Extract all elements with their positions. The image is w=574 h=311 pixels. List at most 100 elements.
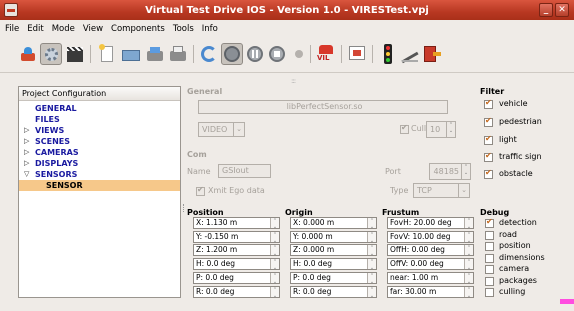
tree-item-views[interactable]: ▷ VIEWS	[19, 125, 180, 136]
tree-item-general[interactable]: GENERAL	[19, 103, 180, 114]
minimize-button[interactable]: _	[539, 3, 553, 17]
position-x-field[interactable]: X: 1.130 m ⌃ ⌄	[193, 217, 280, 229]
filter-light-label: light	[499, 135, 517, 144]
com-type-combo[interactable]: TCP ⌄	[413, 183, 470, 198]
play-icon[interactable]	[221, 43, 243, 65]
filter-pedestrian-label: pedestrian	[499, 117, 542, 126]
debug-dimensions-checkbox[interactable]	[485, 254, 494, 263]
debug-camera-checkbox[interactable]	[485, 265, 494, 274]
close-button[interactable]: ✕	[555, 3, 569, 17]
app-icon[interactable]	[4, 3, 18, 17]
xmit-ego-label: Xmit Ego data	[208, 186, 265, 195]
filter-light-checkbox[interactable]	[484, 134, 493, 145]
collapse-arrow-icon[interactable]: ▽	[24, 169, 29, 180]
menu-edit[interactable]: Edit	[27, 24, 43, 34]
menu-tools[interactable]: Tools	[173, 24, 194, 34]
position-z-field[interactable]: Z: 1.200 m ⌃ ⌄	[193, 244, 280, 256]
cull-label: Cull	[411, 124, 427, 133]
debug-culling-label: culling	[499, 287, 526, 296]
port-spinbox[interactable]: 48185 ⌃ ⌄	[429, 163, 471, 180]
debug-dimensions-label: dimensions	[499, 253, 545, 262]
debug-culling-checkbox[interactable]	[485, 288, 494, 297]
toolbar: VIL	[0, 37, 574, 73]
filter-section-title: Filter	[480, 87, 505, 96]
save-icon[interactable]	[144, 43, 166, 65]
chevron-down-icon: ⌄	[233, 123, 244, 136]
menu-components[interactable]: Components	[111, 24, 165, 34]
sensor-type-combo[interactable]: VIDEO ⌄	[198, 122, 245, 137]
new-file-icon[interactable]	[96, 43, 118, 65]
open-folder-icon[interactable]	[120, 43, 142, 65]
settings-icon[interactable]	[40, 43, 62, 65]
filter-vehicle-label: vehicle	[499, 99, 528, 108]
cull-spinbox[interactable]: 10 ⌃ ⌄	[426, 121, 456, 138]
debug-road-label: road	[499, 230, 517, 239]
tree-item-sensor[interactable]: SENSOR	[19, 180, 180, 191]
frustum-fovh-field[interactable]: FovH: 20.00 deg ⌃ ⌄	[387, 217, 474, 229]
edit-icon[interactable]	[399, 43, 421, 65]
exit-icon[interactable]	[421, 43, 443, 65]
com-type-label: Type	[390, 186, 409, 195]
menu-info[interactable]: Info	[202, 24, 218, 34]
filter-pedestrian-checkbox[interactable]	[484, 116, 493, 127]
tree-item-files[interactable]: FILES	[19, 114, 180, 125]
stop-icon[interactable]	[266, 43, 288, 65]
tree-item-displays[interactable]: ▷ DISPLAYS	[19, 158, 180, 169]
com-name-field[interactable]: GSIout	[218, 164, 271, 178]
clapper-icon[interactable]	[64, 43, 86, 65]
frustum-offh-field[interactable]: OffH: 0.00 deg ⌃ ⌄	[387, 244, 474, 256]
save-as-icon[interactable]	[167, 43, 189, 65]
debug-position-checkbox[interactable]	[485, 242, 494, 251]
origin-z-field[interactable]: Z: 0.000 m ⌃ ⌄	[290, 244, 377, 256]
expand-arrow-icon[interactable]: ▷	[24, 147, 29, 158]
origin-p-field[interactable]: P: 0.0 deg ⌃ ⌄	[290, 272, 377, 284]
position-y-field[interactable]: Y: -0.150 m ⌃ ⌄	[193, 231, 280, 243]
pause-icon[interactable]	[244, 43, 266, 65]
position-h-field[interactable]: H: 0.0 deg ⌃ ⌄	[193, 258, 280, 270]
spin-arrows-icon[interactable]: ⌃ ⌄	[461, 164, 470, 179]
cull-checkbox[interactable]	[400, 123, 409, 134]
filter-obstacle-label: obstacle	[499, 169, 533, 178]
expand-arrow-icon[interactable]: ▷	[24, 136, 29, 147]
project-configuration-panel: Project Configuration GENERAL FILES ▷ VIE…	[18, 86, 181, 298]
origin-r-field[interactable]: R: 0.0 deg ⌃ ⌄	[290, 286, 377, 298]
spin-arrows-icon[interactable]: ⌃ ⌄	[446, 122, 455, 137]
traffic-light-icon[interactable]	[377, 43, 399, 65]
tree-item-cameras[interactable]: ▷ CAMERAS	[19, 147, 180, 158]
position-r-field[interactable]: R: 0.0 deg ⌃ ⌄	[193, 286, 280, 298]
panel-grip[interactable]: :::	[291, 77, 296, 85]
frustum-fovv-field[interactable]: FovV: 10.00 deg ⌃ ⌄	[387, 231, 474, 243]
expand-arrow-icon[interactable]: ▷	[24, 125, 29, 136]
plugin-field[interactable]: libPerfectSensor.so	[198, 100, 448, 114]
xmit-ego-checkbox[interactable]	[196, 185, 205, 196]
origin-section-title: Origin	[285, 208, 313, 217]
filter-obstacle-checkbox[interactable]	[484, 168, 493, 179]
scenario-icon[interactable]	[17, 43, 39, 65]
filter-vehicle-checkbox[interactable]	[484, 98, 493, 109]
origin-h-field[interactable]: H: 0.0 deg ⌃ ⌄	[290, 258, 377, 270]
sensor-config-panel: General libPerfectSensor.so VIDEO⌄ Cull …	[185, 86, 574, 306]
menu-mode[interactable]: Mode	[52, 24, 75, 34]
origin-y-field[interactable]: Y: 0.000 m ⌃ ⌄	[290, 231, 377, 243]
filter-traffic-sign-checkbox[interactable]	[484, 151, 493, 162]
tree-item-scenes[interactable]: ▷ SCENES	[19, 136, 180, 147]
debug-packages-checkbox[interactable]	[485, 277, 494, 286]
debug-detection-checkbox[interactable]	[485, 217, 494, 228]
menu-view[interactable]: View	[83, 24, 103, 34]
vil-icon[interactable]: VIL	[315, 43, 337, 65]
refresh-icon[interactable]	[198, 43, 220, 65]
expand-arrow-icon[interactable]: ▷	[24, 158, 29, 169]
tree-item-sensors[interactable]: ▽ SENSORS	[19, 169, 180, 180]
window-title: Virtual Test Drive IOS - Version 1.0 - V…	[145, 4, 429, 16]
project-tree: GENERAL FILES ▷ VIEWS ▷ SCENES ▷ CAMERAS ▷ D…	[19, 101, 180, 191]
frustum-far-field[interactable]: far: 30.00 m ⌃ ⌄	[387, 286, 474, 298]
debug-camera-label: camera	[499, 264, 530, 273]
frustum-near-field[interactable]: near: 1.00 m ⌃ ⌄	[387, 272, 474, 284]
position-p-field[interactable]: P: 0.0 deg ⌃ ⌄	[193, 272, 280, 284]
record-icon[interactable]	[288, 43, 310, 65]
menu-file[interactable]: File	[5, 24, 19, 34]
frustum-offv-field[interactable]: OffV: 0.00 deg ⌃ ⌄	[387, 258, 474, 270]
debug-road-checkbox[interactable]	[485, 231, 494, 240]
origin-x-field[interactable]: X: 0.000 m ⌃ ⌄	[290, 217, 377, 229]
monitor-icon[interactable]	[346, 43, 368, 65]
